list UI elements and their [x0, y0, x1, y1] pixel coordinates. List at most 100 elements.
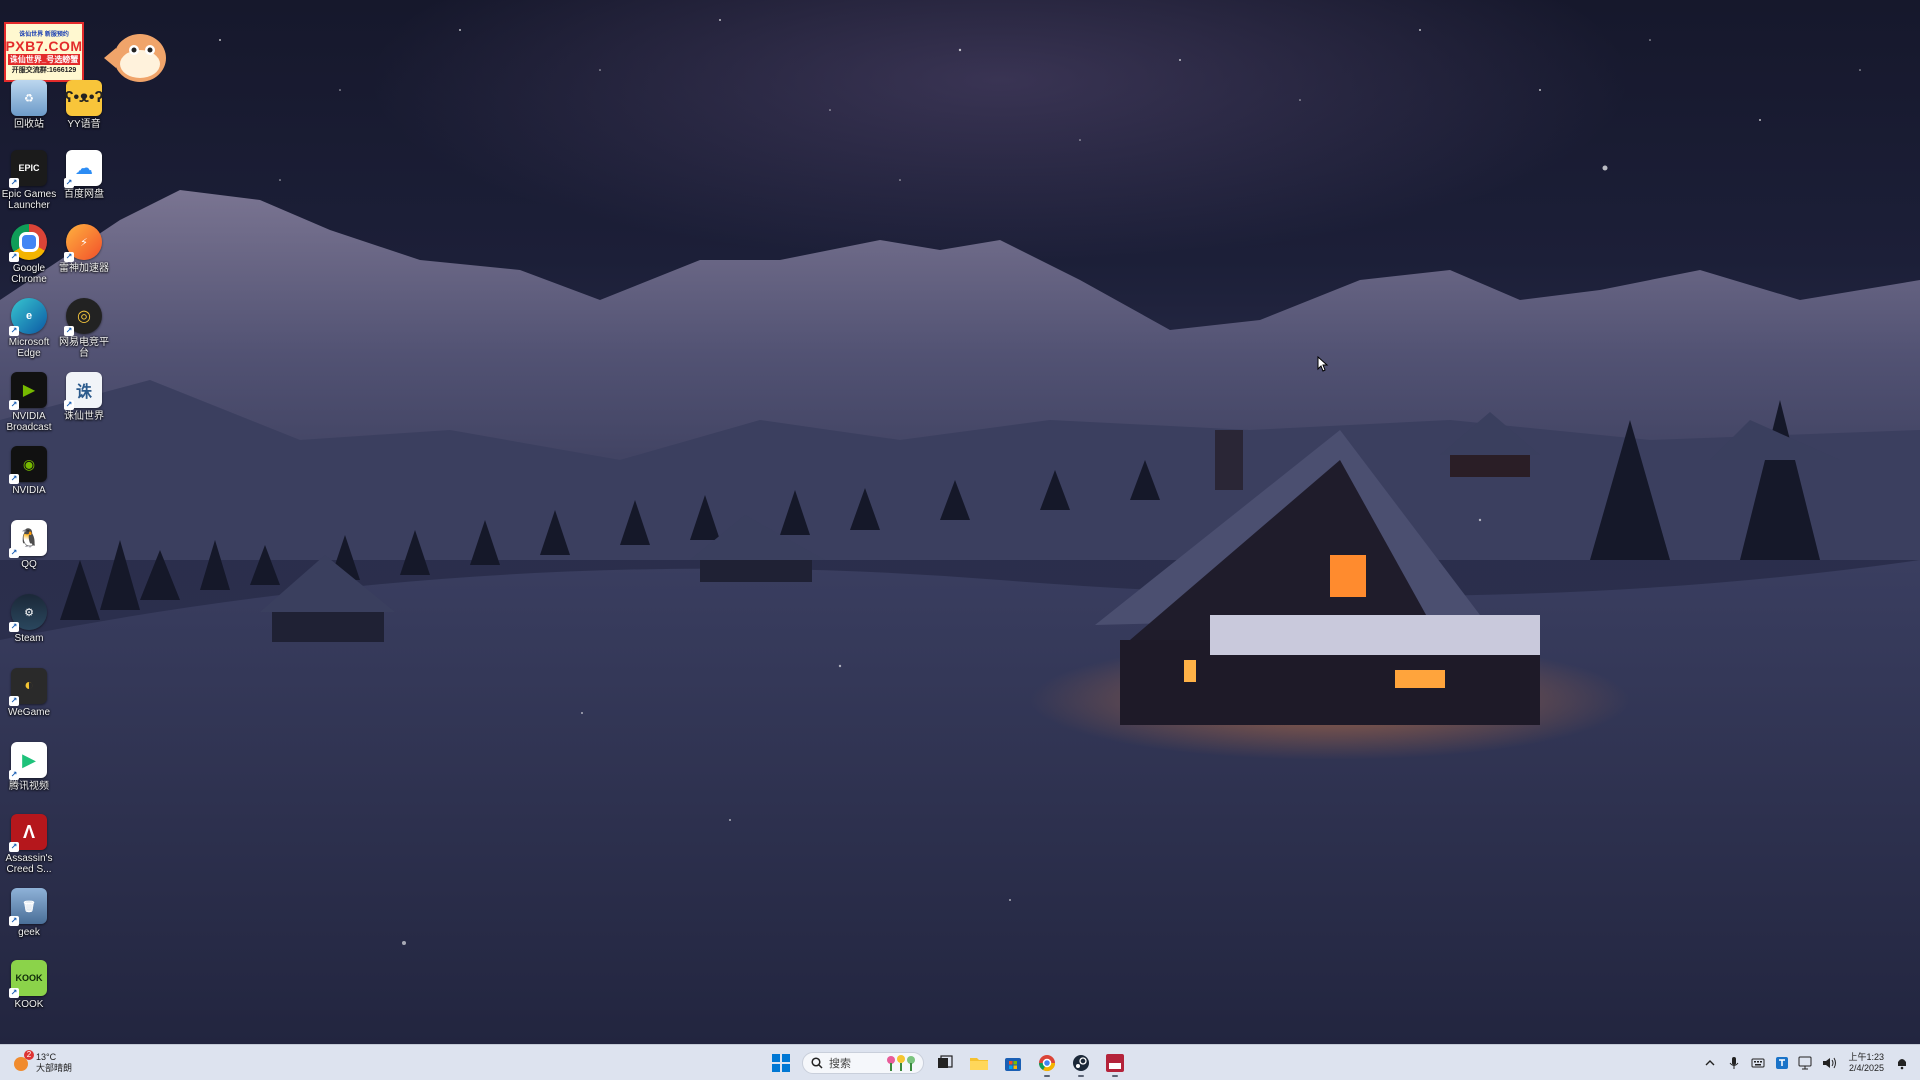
folder-icon — [970, 1058, 988, 1070]
yy-bear-icon: ʕ•ᴥ•ʔ — [65, 80, 103, 116]
taskbar-microsoft-store[interactable] — [998, 1049, 1028, 1077]
icon-label: 雷神加速器 — [59, 263, 109, 274]
desktop-icon-zhuxian[interactable]: 诛 ↗ 诛仙世界 — [55, 372, 113, 422]
desktop-icon-steam[interactable]: ⚙ ↗ Steam — [0, 594, 58, 644]
shortcut-arrow-icon: ↗ — [9, 916, 19, 926]
mouse-cursor-icon — [1317, 356, 1329, 372]
microphone-tray-button[interactable] — [1724, 1053, 1744, 1073]
shortcut-arrow-icon: ↗ — [9, 252, 19, 262]
assassins-creed-icon: Λ ↗ — [9, 814, 47, 852]
keyboard-icon — [1751, 1058, 1765, 1068]
taskbar-chrome[interactable] — [1032, 1049, 1062, 1077]
desktop-icon-game-accelerator[interactable]: ⚡ ↗ 雷神加速器 — [55, 224, 113, 274]
clock-date: 2/4/2025 — [1848, 1063, 1884, 1073]
notification-bell-icon — [1898, 1059, 1906, 1070]
desktop-icon-nvidia[interactable]: ◉ ↗ NVIDIA — [0, 446, 58, 496]
system-tray: 上午1:23 2/4/2025 — [1698, 1049, 1914, 1077]
weather-temperature: 13°C — [36, 1052, 57, 1062]
shortcut-arrow-icon: ↗ — [64, 326, 74, 336]
shortcut-arrow-icon: ↗ — [9, 474, 19, 484]
desktop-icon-esports[interactable]: ◎ ↗ 网易电竞平台 — [55, 298, 113, 359]
weather-description: 大部晴朗 — [36, 1063, 73, 1073]
taskbar-clock[interactable]: 上午1:23 2/4/2025 — [1848, 1052, 1884, 1074]
accelerator-icon: ⚡ ↗ — [64, 224, 102, 262]
desktop-icon-kook[interactable]: KOOK ↗ KOOK — [0, 960, 58, 1010]
desktop-icon-geek[interactable]: 🗑 ↗ geek — [0, 888, 58, 938]
taskbar-file-explorer[interactable] — [964, 1049, 994, 1077]
desktop-icon-nvidia-broadcast[interactable]: ▶ ↗ NVIDIA Broadcast — [0, 372, 58, 433]
desktop-icon-baidu-netdisk[interactable]: ☁ ↗ 百度网盘 — [55, 150, 113, 200]
icon-label: 诛仙世界 — [64, 411, 104, 422]
shortcut-arrow-icon: ↗ — [64, 178, 74, 188]
desktop-icon-microsoft-edge[interactable]: e ↗ Microsoft Edge — [0, 298, 58, 359]
taskbar-steam[interactable] — [1066, 1049, 1096, 1077]
steam-icon — [1073, 1055, 1089, 1071]
shortcut-arrow-icon: ↗ — [9, 696, 19, 706]
desktop-icon-wegame[interactable]: ◐ ↗ WeGame — [0, 668, 58, 718]
microphone-icon — [1730, 1057, 1739, 1069]
shortcut-arrow-icon: ↗ — [9, 988, 19, 998]
icon-label: YY语音 — [67, 119, 101, 130]
store-bag-icon — [1005, 1058, 1021, 1071]
icon-label: WeGame — [7, 707, 51, 718]
icon-label: Assassin's Creed S... — [5, 853, 53, 875]
icon-label: 百度网盘 — [64, 189, 104, 200]
icon-label: NVIDIA Broadcast — [6, 411, 52, 433]
language-input-icon — [1776, 1057, 1789, 1069]
input-method-tray-button[interactable] — [1748, 1053, 1768, 1073]
desktop-icon-google-chrome[interactable]: ↗ Google Chrome — [0, 224, 58, 285]
start-button[interactable] — [766, 1049, 796, 1077]
weather-sun-icon: 2 — [12, 1050, 34, 1073]
desktop-icon-assassins-creed[interactable]: Λ ↗ Assassin's Creed S... — [0, 814, 58, 875]
epic-glyph: EPIC — [18, 163, 40, 173]
icon-label: 腾讯视频 — [9, 781, 49, 792]
running-indicator — [1078, 1075, 1084, 1077]
zhuxian-game-icon: 诛 ↗ — [64, 372, 102, 410]
ad-line-2: PXB7.COM — [5, 38, 83, 54]
weather-widget[interactable]: 2 13°C 大部晴朗 — [12, 1049, 72, 1077]
task-view-button[interactable] — [930, 1049, 960, 1077]
icon-label: 回收站 — [14, 119, 44, 130]
desktop-icon-epic-games[interactable]: EPIC ↗ Epic Games Launcher — [0, 150, 58, 211]
taskbar-voicemeeter[interactable] — [1100, 1049, 1130, 1077]
desktop-icon-tencent-video[interactable]: ▶ ↗ 腾讯视频 — [0, 742, 58, 792]
icon-label: Google Chrome — [11, 263, 47, 285]
weather-notification-badge: 2 — [24, 1050, 34, 1060]
shortcut-arrow-icon: ↗ — [9, 326, 19, 336]
show-hidden-icons-button[interactable] — [1700, 1053, 1720, 1073]
taskbar-search-box[interactable]: 搜索 — [802, 1052, 924, 1074]
shortcut-arrow-icon: ↗ — [9, 622, 19, 632]
recycle-bin-icon: ♻ — [11, 80, 47, 116]
esports-platform-icon: ◎ ↗ — [64, 298, 102, 336]
icon-label: Epic Games Launcher — [1, 189, 57, 211]
ad-line-1: 诛仙世界 新服预约 — [19, 32, 69, 38]
shortcut-arrow-icon: ↗ — [9, 548, 19, 558]
shortcut-arrow-icon: ↗ — [9, 178, 19, 188]
language-tray-button[interactable] — [1772, 1053, 1792, 1073]
icon-label: NVIDIA — [12, 485, 46, 496]
chevron-up-icon — [1705, 1060, 1715, 1066]
desktop-icon-yy[interactable]: ʕ•ᴥ•ʔ YY语音 — [55, 80, 113, 130]
epic-games-icon: EPIC ↗ — [9, 150, 47, 188]
icon-label: QQ — [21, 559, 37, 570]
desktop-icon-qq[interactable]: 🐧 ↗ QQ — [0, 520, 58, 570]
volume-tray-button[interactable] — [1820, 1053, 1840, 1073]
running-indicator — [1112, 1075, 1118, 1077]
steam-icon: ⚙ ↗ — [9, 594, 47, 632]
shortcut-arrow-icon: ↗ — [9, 400, 19, 410]
kook-glyph: KOOK — [15, 973, 43, 983]
clock-time: 上午1:23 — [1848, 1052, 1884, 1062]
ad-banner-widget[interactable]: 诛仙世界 新服预约 PXB7.COM 诛仙世界_号选螃蟹 开服交流群:16661… — [4, 22, 84, 82]
chrome-icon: ↗ — [9, 224, 47, 262]
desktop-icon-recycle-bin[interactable]: ♻ 回收站 — [0, 80, 58, 130]
desktop[interactable]: 诛仙世界 新服预约 PXB7.COM 诛仙世界_号选螃蟹 开服交流群:16661… — [0, 0, 1920, 1044]
windows-logo-icon — [772, 1054, 790, 1072]
taskbar[interactable]: 2 13°C 大部晴朗 搜索 上午1:23 2/4/2025 — [0, 1044, 1920, 1080]
network-tray-button[interactable] — [1796, 1053, 1816, 1073]
notification-center-button[interactable] — [1892, 1053, 1912, 1073]
wallpaper-snowy-cabin — [0, 19, 1920, 1044]
running-indicator — [1044, 1075, 1050, 1077]
geek-uninstaller-icon: 🗑 ↗ — [9, 888, 47, 926]
puffer-fish-mascot-icon[interactable] — [100, 28, 170, 84]
nvidia-icon: ◉ ↗ — [9, 446, 47, 484]
